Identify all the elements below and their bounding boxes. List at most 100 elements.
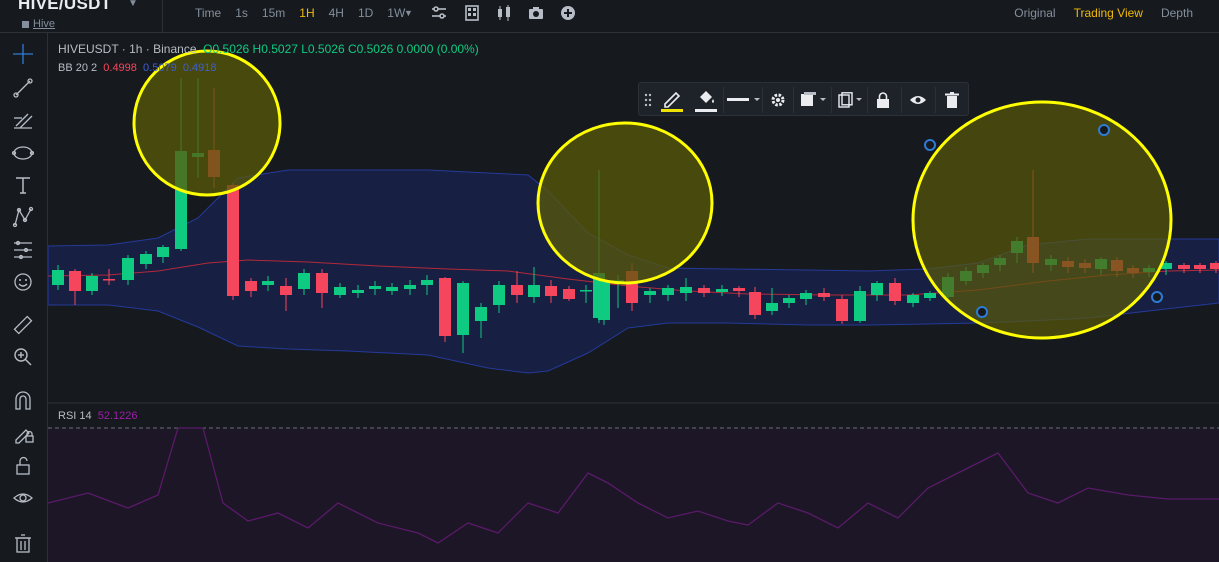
interval-15m[interactable]: 15m: [255, 6, 292, 20]
trash-icon[interactable]: [12, 532, 34, 554]
candle-body: [280, 286, 292, 295]
candle-body: [103, 279, 115, 281]
view-depth[interactable]: Depth: [1161, 6, 1193, 20]
candle-body: [545, 286, 557, 296]
view-switcher: Original Trading View Depth: [1014, 6, 1193, 20]
top-toolbar: HIVE/USDT ▼ Hive Time 1s 15m 1H 4H 1D 1W…: [0, 0, 1219, 33]
candle-body: [122, 258, 134, 280]
indicators-icon[interactable]: [463, 4, 481, 22]
candle-body: [245, 281, 257, 291]
candle-body: [733, 288, 745, 291]
interval-1h[interactable]: 1H: [292, 6, 321, 20]
candle-body: [386, 287, 398, 291]
candle-body: [818, 293, 830, 297]
zoom-in-icon[interactable]: [12, 346, 34, 368]
symbol-dropdown-icon[interactable]: ▼: [128, 0, 138, 9]
rsi-band: [48, 428, 1219, 562]
trendline-icon[interactable]: [12, 77, 34, 99]
view-trading-view[interactable]: Trading View: [1074, 6, 1143, 20]
candle-body: [563, 289, 575, 299]
candle-body: [86, 276, 98, 291]
view-original[interactable]: Original: [1014, 6, 1055, 20]
candle-body: [316, 273, 328, 293]
candle-body: [1210, 263, 1219, 269]
pencil-color-icon[interactable]: [657, 83, 687, 117]
rsi-value: 52.1226: [97, 410, 138, 422]
clone-icon[interactable]: [835, 83, 865, 117]
candle-body: [800, 293, 812, 299]
ellipse-tool-icon[interactable]: [12, 142, 34, 164]
candle-body: [52, 270, 64, 285]
unlock-icon[interactable]: [12, 455, 34, 477]
candle-body: [580, 290, 592, 292]
candle-body: [404, 285, 416, 289]
lock-drawing-icon[interactable]: [12, 422, 34, 444]
symbol-title[interactable]: HIVE/USDT: [18, 0, 111, 14]
candle-body: [836, 299, 848, 321]
lock-icon[interactable]: [871, 83, 895, 117]
candle-body: [262, 281, 274, 285]
highlight-circle-3[interactable]: [911, 100, 1173, 340]
symbol-subtitle[interactable]: Hive: [22, 18, 55, 30]
divider: [162, 0, 163, 33]
candle-body: [662, 288, 674, 295]
candle-body: [644, 291, 656, 295]
fib-icon[interactable]: [12, 110, 34, 132]
crosshair-icon[interactable]: [12, 43, 34, 65]
candle-body: [749, 292, 761, 315]
interval-time[interactable]: Time: [188, 6, 228, 20]
interval-1d[interactable]: 1D: [351, 6, 380, 20]
candle-body: [369, 286, 381, 289]
indicators-settings-icon[interactable]: [430, 4, 448, 22]
ruler-icon[interactable]: [12, 314, 34, 336]
drawing-properties-toolbar: [638, 82, 969, 116]
bb-mid-value: 0.4998: [103, 62, 137, 74]
measure-icon[interactable]: [12, 239, 34, 261]
candle-body: [698, 288, 710, 293]
pair-label: HIVEUSDT · 1h · Binance: [58, 42, 197, 56]
candle-body: [439, 278, 451, 336]
ohlc-values: O0.5026 H0.5027 L0.5026 C0.5026 0.0000 (…: [203, 42, 479, 56]
price-chart[interactable]: [48, 33, 1219, 562]
eye-icon[interactable]: [12, 487, 34, 509]
drag-handle-icon[interactable]: [641, 83, 655, 117]
rsi-label: RSI 14: [58, 410, 92, 422]
line-style-icon[interactable]: [727, 83, 761, 117]
candle-body: [352, 290, 364, 293]
candle-body: [334, 287, 346, 295]
candle-body: [157, 247, 169, 257]
interval-dropdown-icon[interactable]: ▼: [404, 8, 413, 18]
interval-4h[interactable]: 4H: [322, 6, 351, 20]
candle-body: [421, 280, 433, 285]
interval-selector: Time 1s 15m 1H 4H 1D 1W: [188, 6, 412, 20]
magnet-icon[interactable]: [12, 389, 34, 411]
interval-1s[interactable]: 1s: [228, 6, 255, 20]
candle-body: [924, 293, 936, 298]
ohlc-legend: HIVEUSDT · 1h · Binance O0.5026 H0.5027 …: [58, 42, 479, 56]
delete-icon[interactable]: [939, 83, 965, 117]
candle-type-icon[interactable]: [495, 4, 513, 22]
template-icon[interactable]: [797, 83, 829, 117]
candle-body: [871, 283, 883, 295]
bb-lower-value: 0.4918: [182, 62, 217, 74]
candle-body: [680, 287, 692, 293]
candle-body: [907, 295, 919, 303]
token-icon: [22, 20, 29, 28]
emoji-icon[interactable]: [12, 271, 34, 293]
settings-icon[interactable]: [766, 83, 790, 117]
highlight-circle-2[interactable]: [536, 121, 714, 285]
candle-body: [475, 307, 487, 321]
candle-body: [716, 289, 728, 292]
candle-body: [1194, 265, 1206, 269]
text-tool-icon[interactable]: [12, 174, 34, 196]
pattern-icon[interactable]: [12, 206, 34, 228]
rsi-legend: RSI 14 52.1226: [58, 410, 138, 422]
add-icon[interactable]: [559, 4, 577, 22]
bb-legend: BB 20 2 0.4998 0.5079 0.4918: [58, 62, 216, 74]
visibility-icon[interactable]: [905, 83, 931, 117]
fill-color-icon[interactable]: [691, 83, 721, 117]
candle-body: [227, 185, 239, 296]
token-link[interactable]: Hive: [33, 18, 55, 30]
candle-body: [854, 291, 866, 321]
camera-icon[interactable]: [527, 4, 545, 22]
